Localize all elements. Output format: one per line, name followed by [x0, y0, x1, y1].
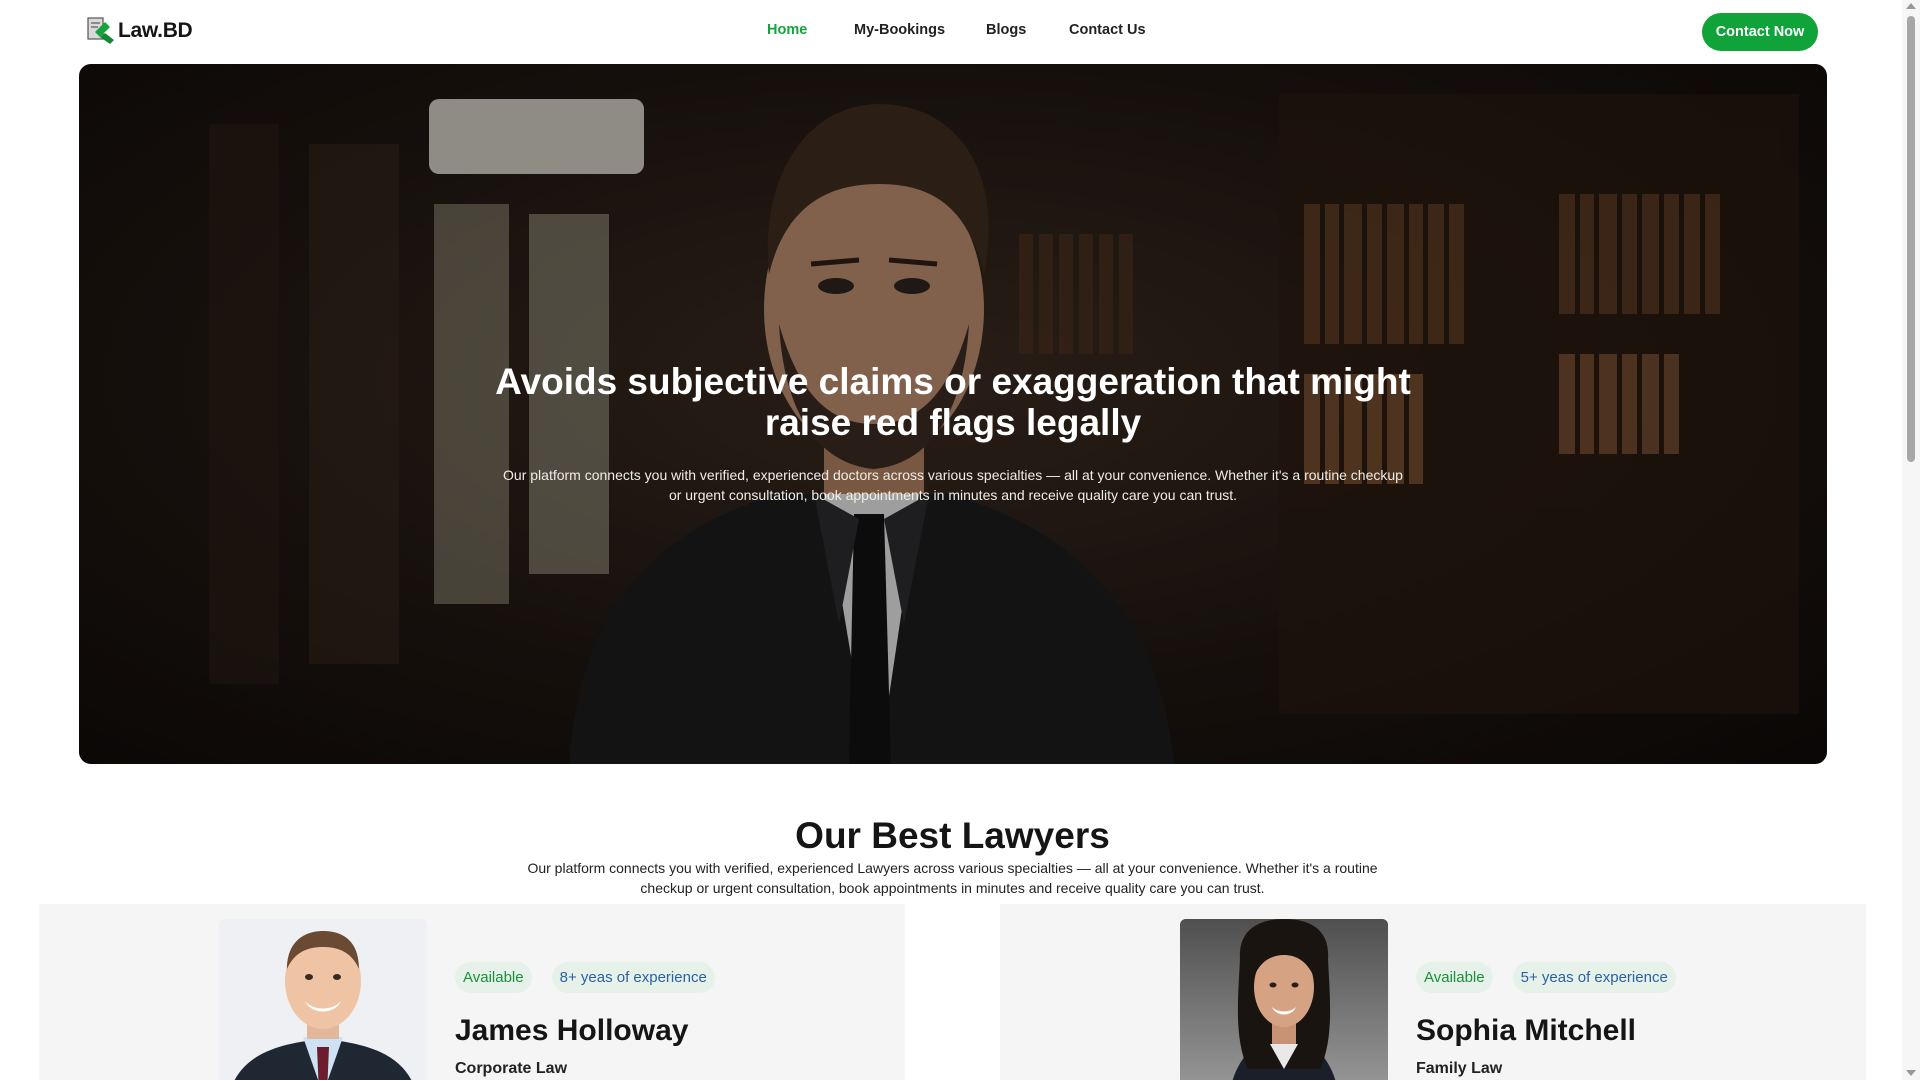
- lawyer-name: Sophia Mitchell: [1416, 1014, 1637, 1047]
- lawyer-badges: Available 5+ yeas of experience: [1416, 962, 1676, 993]
- contact-now-button[interactable]: Contact Now: [1702, 13, 1818, 51]
- nav-my-bookings[interactable]: My-Bookings: [854, 22, 945, 38]
- experience-badge: 8+ yeas of experience: [551, 962, 715, 993]
- page: Law.BD Home My-Bookings Blogs Contact Us…: [0, 0, 1902, 1080]
- nav-home[interactable]: Home: [767, 22, 807, 38]
- lawyer-specialty: Family Law: [1416, 1060, 1503, 1077]
- nav-contact-us[interactable]: Contact Us: [1069, 22, 1146, 38]
- main-nav: Home My-Bookings Blogs Contact Us: [0, 22, 1902, 44]
- scroll-up-arrow-icon[interactable]: [1906, 3, 1916, 9]
- hero-title: Avoids subjective claims or exaggeration…: [495, 360, 1411, 443]
- lawyer-specialty: Corporate Law: [455, 1060, 568, 1077]
- availability-badge: Available: [1416, 962, 1493, 993]
- lawyer-photo: [1180, 919, 1388, 1080]
- navbar: Law.BD Home My-Bookings Blogs Contact Us…: [0, 0, 1902, 64]
- lawyer-photo: [219, 919, 427, 1080]
- hero-banner: Avoids subjective claims or exaggeration…: [79, 64, 1827, 764]
- nav-blogs[interactable]: Blogs: [986, 22, 1026, 38]
- scroll-down-arrow-icon[interactable]: [1906, 1070, 1916, 1076]
- lawyer-card[interactable]: Available 8+ yeas of experience James Ho…: [39, 904, 905, 1080]
- hero-subtitle: Our platform connects you with verified,…: [503, 467, 1403, 503]
- lawyer-name: James Holloway: [455, 1014, 689, 1047]
- availability-badge: Available: [455, 962, 532, 993]
- section-subtitle: Our platform connects you with verified,…: [527, 860, 1378, 896]
- section-title: Our Best Lawyers: [795, 814, 1110, 856]
- lawyer-card[interactable]: Available 5+ yeas of experience Sophia M…: [1000, 904, 1866, 1080]
- scroll-thumb[interactable]: [1907, 16, 1915, 462]
- page-scrollbar[interactable]: [1902, 0, 1920, 1080]
- experience-badge: 5+ yeas of experience: [1512, 962, 1676, 993]
- lawyer-badges: Available 8+ yeas of experience: [455, 962, 715, 993]
